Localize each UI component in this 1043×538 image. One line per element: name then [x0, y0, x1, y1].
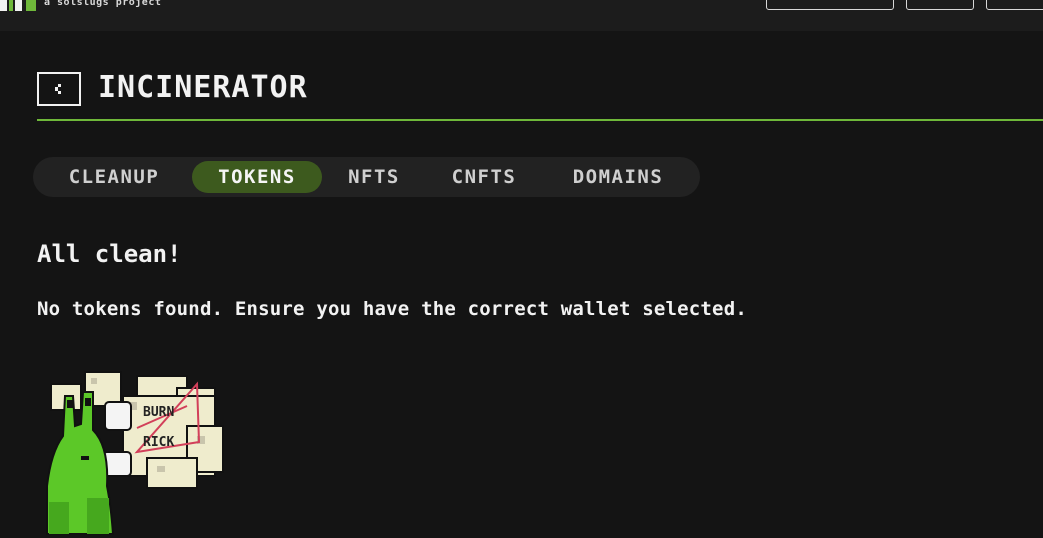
chevron-left-icon — [55, 84, 61, 94]
svg-text:BURN: BURN — [143, 405, 174, 420]
header-menu-button[interactable] — [906, 0, 974, 10]
page-title: INCINERATOR — [98, 70, 308, 105]
tab-bar: CLEANUP TOKENS NFTS CNFTS DOMAINS — [33, 157, 700, 197]
tab-domains[interactable]: DOMAINS — [549, 161, 687, 193]
top-bar: a solslugs project — [0, 0, 1043, 31]
empty-state-message: No tokens found. Ensure you have the cor… — [37, 298, 747, 320]
header-extra-button[interactable] — [986, 0, 1043, 10]
project-tagline: a solslugs project — [44, 0, 162, 8]
logo-icon[interactable] — [0, 0, 40, 11]
tab-nfts[interactable]: NFTS — [332, 161, 416, 193]
title-divider — [37, 119, 1043, 121]
slug-mascot-illustration: BURN RICK — [46, 371, 224, 535]
empty-state-heading: All clean! — [37, 240, 182, 268]
header-wallet-button[interactable] — [766, 0, 894, 10]
back-button[interactable] — [37, 72, 81, 106]
svg-text:RICK: RICK — [143, 435, 174, 450]
tab-cleanup[interactable]: CLEANUP — [47, 161, 181, 193]
tab-cnfts[interactable]: CNFTS — [431, 161, 537, 193]
tab-tokens[interactable]: TOKENS — [192, 161, 322, 193]
